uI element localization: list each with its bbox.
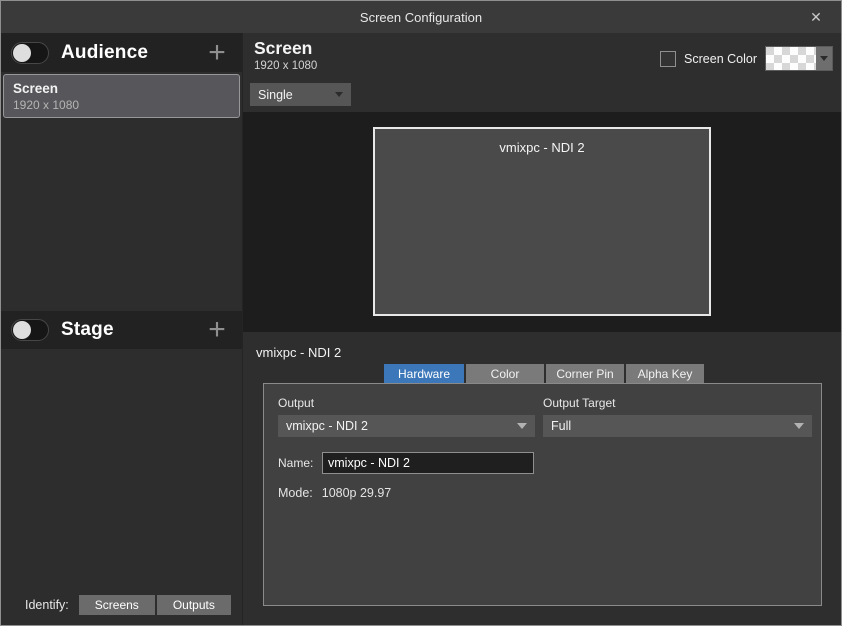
hardware-tab-content: Output vmixpc - NDI 2 Output Target Full… xyxy=(263,383,822,606)
stage-label: Stage xyxy=(61,319,114,341)
name-input[interactable] xyxy=(322,452,534,474)
sidebar: Audience + Screen 1920 x 1080 Stage + Id… xyxy=(1,33,243,625)
screen-color-checkbox[interactable] xyxy=(660,51,676,67)
screen-item-title: Screen xyxy=(13,81,230,96)
mode-row: Mode: 1080p 29.97 xyxy=(278,486,391,500)
tab-corner-pin[interactable]: Corner Pin xyxy=(546,364,624,384)
title-bar: Screen Configuration ✕ xyxy=(1,1,841,33)
toggle-knob xyxy=(13,44,31,62)
dropdown-arrow-zone xyxy=(816,47,832,70)
layout-mode-dropdown[interactable]: Single xyxy=(250,83,351,106)
screen-item-resolution: 1920 x 1080 xyxy=(13,98,230,112)
preview-output-label: vmixpc - NDI 2 xyxy=(375,140,709,155)
transparency-swatch xyxy=(766,47,816,70)
name-label: Name: xyxy=(278,456,313,470)
layout-row: Single xyxy=(243,79,841,112)
audience-section-header: Audience + xyxy=(1,33,242,72)
stage-section-header: Stage + xyxy=(1,311,242,349)
audience-toggle[interactable] xyxy=(11,42,49,64)
output-target-dropdown[interactable]: Full xyxy=(543,415,812,437)
output-label: Output xyxy=(278,396,314,410)
output-settings-panel: vmixpc - NDI 2 Hardware Color Corner Pin… xyxy=(243,332,841,625)
panel-title: vmixpc - NDI 2 xyxy=(256,345,341,360)
identify-row: Identify: Screens Outputs xyxy=(1,591,242,625)
screen-color-group: Screen Color xyxy=(660,46,833,71)
tab-color[interactable]: Color xyxy=(466,364,544,384)
mode-label: Mode: xyxy=(278,486,313,500)
close-icon[interactable]: ✕ xyxy=(799,1,833,33)
toggle-knob xyxy=(13,321,31,339)
identify-label: Identify: xyxy=(25,598,69,612)
chevron-down-icon xyxy=(517,423,527,429)
identify-outputs-button[interactable]: Outputs xyxy=(157,595,231,615)
screen-color-label: Screen Color xyxy=(684,52,757,66)
window-title: Screen Configuration xyxy=(360,10,482,25)
screen-list-item[interactable]: Screen 1920 x 1080 xyxy=(3,74,240,118)
identify-screens-button[interactable]: Screens xyxy=(79,595,155,615)
tab-hardware[interactable]: Hardware xyxy=(384,364,464,384)
output-value: vmixpc - NDI 2 xyxy=(286,419,368,433)
add-stage-screen-icon[interactable]: + xyxy=(202,317,232,343)
output-target-label: Output Target xyxy=(543,396,616,410)
output-preview-box[interactable]: vmixpc - NDI 2 xyxy=(373,127,711,316)
stage-screen-list xyxy=(1,349,242,591)
tab-alpha-key[interactable]: Alpha Key xyxy=(626,364,704,384)
main-area: Screen 1920 x 1080 Screen Color Single xyxy=(243,33,841,625)
screen-configuration-window: Screen Configuration ✕ Audience + Screen… xyxy=(0,0,842,626)
chevron-down-icon xyxy=(335,92,343,97)
screen-color-dropdown[interactable] xyxy=(765,46,833,71)
add-audience-screen-icon[interactable]: + xyxy=(202,40,232,66)
chevron-down-icon xyxy=(820,56,828,61)
output-dropdown[interactable]: vmixpc - NDI 2 xyxy=(278,415,535,437)
settings-tabs: Hardware Color Corner Pin Alpha Key xyxy=(384,364,704,384)
stage-toggle[interactable] xyxy=(11,319,49,341)
chevron-down-icon xyxy=(794,423,804,429)
screen-header: Screen 1920 x 1080 Screen Color xyxy=(243,33,841,79)
audience-label: Audience xyxy=(61,42,148,64)
audience-screen-list: Screen 1920 x 1080 xyxy=(1,72,242,311)
layout-mode-value: Single xyxy=(258,88,293,102)
output-target-value: Full xyxy=(551,419,571,433)
mode-value: 1080p 29.97 xyxy=(322,486,392,500)
screen-preview-area: vmixpc - NDI 2 xyxy=(243,112,841,332)
